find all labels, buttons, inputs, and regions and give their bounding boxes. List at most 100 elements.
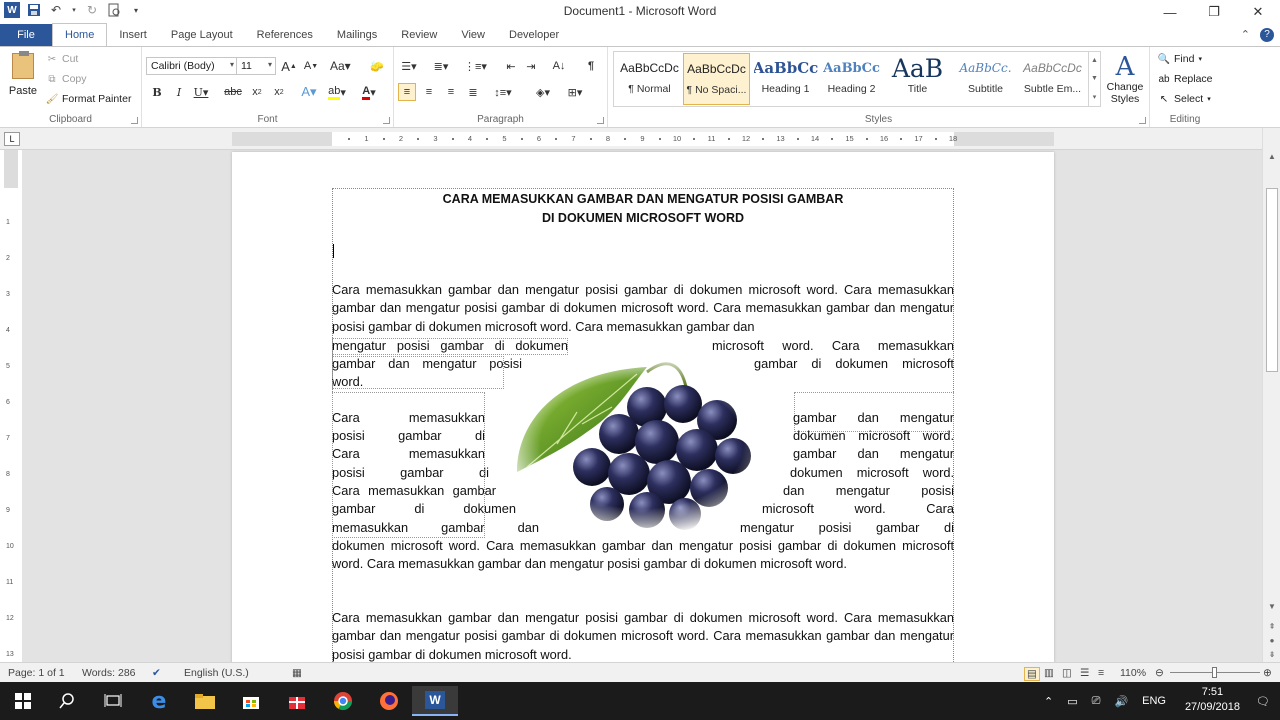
p2-right-line-4[interactable]: dokumen microsoft word. [790,464,954,482]
paragraph-3[interactable]: Cara memasukkan gambar dan mengatur posi… [332,609,954,662]
macro-recording-icon[interactable]: ▦ [292,667,302,679]
page-count[interactable]: Page: 1 of 1 [8,667,65,679]
bold-icon[interactable]: B [148,83,166,101]
vertical-ruler[interactable]: 1234567891011121314 [4,150,18,694]
find-button[interactable]: 🔍 Find ▾ [1158,53,1202,65]
subscript-icon[interactable]: x2 [248,83,266,101]
vertical-scrollbar[interactable]: ▲ ▼ ⇞ ● ⇟ [1262,128,1280,662]
tab-mailings[interactable]: Mailings [325,24,389,46]
grapes-image[interactable] [497,352,787,536]
zoom-slider-thumb[interactable] [1212,667,1217,678]
gift-app-icon[interactable] [274,686,320,716]
proofing-icon[interactable]: ✔ [152,667,161,679]
grow-font-icon[interactable]: A ▲ [280,57,298,75]
change-case-icon[interactable]: Aa▾ [330,57,351,75]
tab-file[interactable]: File [0,24,52,46]
draft-icon[interactable]: ≡ [1098,667,1104,679]
scroll-down-icon[interactable]: ▼ [1263,598,1280,614]
language[interactable]: English (U.S.) [184,667,249,679]
scroll-up-icon[interactable]: ▲ [1263,148,1280,164]
clipboard-dialog-launcher-icon[interactable] [131,117,138,124]
word-taskbar-icon[interactable]: W [412,686,458,716]
italic-icon[interactable]: I [170,83,188,101]
font-name-combo[interactable]: Calibri (Body) ▾ [146,57,238,75]
style-subtitle[interactable]: AaBbCc. Subtitle [952,53,1019,105]
paragraph-dialog-launcher-icon[interactable] [597,117,604,124]
align-center-icon[interactable]: ≡ [420,83,438,101]
restore-icon[interactable]: ❐ [1192,0,1236,24]
help-icon[interactable]: ? [1260,28,1274,42]
input-language[interactable]: ENG [1142,695,1166,707]
clear-formatting-icon[interactable]: 🧽 [368,57,386,75]
scrollbar-thumb[interactable] [1266,188,1278,372]
select-button[interactable]: ↖ Select ▾ [1158,93,1211,105]
tab-selector[interactable]: L [4,132,20,146]
p2-right-line-5[interactable]: dan mengatur posisi [783,482,954,500]
tab-developer[interactable]: Developer [497,24,571,46]
minimize-icon[interactable]: — [1148,0,1192,24]
minimize-ribbon-icon[interactable]: ⌃ [1241,28,1250,42]
style-heading-2[interactable]: AaBbCc Heading 2 [818,53,885,105]
chevron-up-icon[interactable]: ⌃ [1044,695,1053,708]
line-spacing-icon[interactable]: ↕≡▾ [494,83,512,101]
file-explorer-icon[interactable] [182,686,228,716]
battery-icon[interactable]: ▭ [1067,695,1077,708]
notifications-icon[interactable]: 🗨 [1256,682,1270,720]
tab-insert[interactable]: Insert [107,24,159,46]
p2-right-line-1[interactable]: gambar dan mengatur [793,409,954,427]
format-painter-button[interactable]: 🖌 Format Painter [46,93,132,105]
style-subtle-emphasis[interactable]: AaBbCcDc Subtle Em... [1019,53,1086,105]
more-styles-icon[interactable]: ▾ [1093,93,1097,101]
multilevel-list-icon[interactable]: ⋮≡▾ [464,57,487,75]
styles-scroll[interactable]: ▲ ▼ ▾ [1088,52,1100,106]
sort-icon[interactable]: A↓ [550,57,568,75]
clock[interactable]: 7:51 27/09/2018 [1185,685,1240,715]
p2-right-line-6[interactable]: microsoft word. Cara [762,500,954,518]
show-formatting-marks-icon[interactable]: ¶ [582,57,600,75]
style-title[interactable]: AaB Title [884,53,951,105]
tab-view[interactable]: View [449,24,497,46]
volume-icon[interactable]: 🔊 [1114,695,1128,708]
style-heading-1[interactable]: AaBbCc Heading 1 [752,53,819,105]
paragraph-1[interactable]: Cara memasukkan gambar dan mengatur posi… [332,281,954,337]
document-page[interactable]: CARA MEMASUKKAN GAMBAR DAN MENGATUR POSI… [232,152,1054,662]
tab-home[interactable]: Home [52,23,108,46]
styles-dialog-launcher-icon[interactable] [1139,117,1146,124]
change-styles-button[interactable]: A Change Styles [1104,53,1146,105]
numbering-icon[interactable]: ≣▾ [432,57,450,75]
font-dialog-launcher-icon[interactable] [383,117,390,124]
paste-button[interactable]: Paste [6,51,40,103]
cut-button[interactable]: ✂ Cut [46,53,79,65]
justify-icon[interactable]: ≣ [464,83,482,101]
close-icon[interactable]: ✕ [1236,0,1280,24]
edge-browser-icon[interactable]: e [136,686,182,716]
horizontal-ruler[interactable]: 1 2 3 4 5 6 7 8 9 10 11 12 13 14 15 16 17 18 [232,132,1054,146]
zoom-in-icon[interactable]: ⊕ [1263,667,1272,679]
print-layout-icon[interactable]: ▤ [1024,667,1040,681]
word-count[interactable]: Words: 286 [82,667,136,679]
align-right-icon[interactable]: ≡ [442,83,460,101]
chevron-up-icon[interactable]: ▲ [1091,57,1098,64]
outline-icon[interactable]: ☰ [1080,667,1089,679]
style-no-spacing[interactable]: AaBbCcDc ¶ No Spaci... [683,53,750,105]
paragraph-2-rest[interactable]: dokumen microsoft word. Cara memasukkan … [332,537,954,574]
underline-icon[interactable]: U▾ [192,83,210,101]
tab-page-layout[interactable]: Page Layout [159,24,245,46]
borders-icon[interactable]: ⊞▾ [566,83,584,101]
shrink-font-icon[interactable]: A ▼ [302,57,320,75]
replace-button[interactable]: ab Replace [1158,73,1212,85]
firefox-icon[interactable] [366,686,412,716]
tab-review[interactable]: Review [389,24,449,46]
web-layout-icon[interactable]: ◫ [1062,667,1072,679]
next-page-icon[interactable]: ⇟ [1263,646,1280,662]
network-icon[interactable]: ⎚ [1092,695,1101,708]
document-area[interactable]: CARA MEMASUKKAN GAMBAR DAN MENGATUR POSI… [22,150,1262,662]
zoom-level[interactable]: 110% [1120,667,1146,679]
decrease-indent-icon[interactable]: ⇤ [502,57,520,75]
chevron-down-icon[interactable]: ▼ [1091,75,1098,82]
copy-button[interactable]: ⧉ Copy [46,73,86,85]
p2-right-line-2[interactable]: dokumen microsoft word. [793,427,954,445]
store-icon[interactable] [228,686,274,716]
increase-indent-icon[interactable]: ⇥ [522,57,540,75]
font-size-combo[interactable]: 11 ▾ [236,57,276,75]
